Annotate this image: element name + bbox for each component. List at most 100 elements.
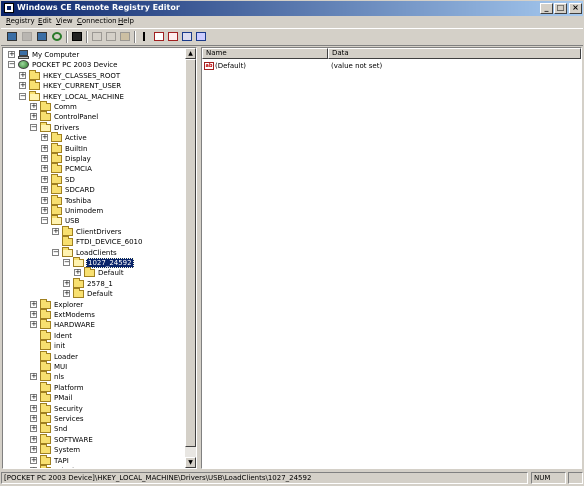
tree-node[interactable]: + Display <box>3 153 186 164</box>
menu-view[interactable]: View <box>56 17 73 25</box>
column-header-name[interactable]: Name <box>202 48 328 59</box>
tree-node[interactable]: + SOFTWARE <box>3 433 186 445</box>
new-string-value-button[interactable] <box>166 30 180 43</box>
menu-registry[interactable]: Registry <box>6 17 35 25</box>
scroll-down-button[interactable]: ▼ <box>185 457 196 468</box>
app-icon[interactable] <box>4 3 14 13</box>
tree-node[interactable]: − 1027_24592 <box>3 257 186 268</box>
expand-icon[interactable]: + <box>30 300 37 308</box>
tree-node[interactable]: +2578_1 <box>3 277 186 289</box>
expand-icon[interactable]: + <box>74 269 81 277</box>
tree-node[interactable]: + Services <box>3 413 186 424</box>
expand-icon[interactable]: + <box>41 196 48 204</box>
expand-icon[interactable]: + <box>30 425 37 433</box>
tree-node[interactable]: + System <box>3 444 186 455</box>
tree-node[interactable]: FTDI_DEVICE_6010 <box>3 236 186 247</box>
expand-icon[interactable]: + <box>30 394 37 402</box>
registry-tree[interactable]: + My Computer − POCKET PC 2003 Device + HKEY_… <box>2 47 197 469</box>
tree-node[interactable]: + Unimodem <box>3 205 186 216</box>
new-dword-value-button[interactable] <box>194 30 208 43</box>
expand-icon[interactable]: + <box>30 446 37 454</box>
expand-icon[interactable]: + <box>30 311 37 318</box>
tree-node[interactable]: + Default <box>3 288 186 299</box>
expand-icon[interactable]: + <box>19 71 26 79</box>
tree-node[interactable]: − USB <box>3 215 186 226</box>
tree-node[interactable]: + Default <box>3 267 186 278</box>
tree-node[interactable]: + HARDWARE <box>3 319 186 330</box>
expand-icon[interactable]: + <box>30 415 37 422</box>
menu-help[interactable]: Help <box>118 17 134 25</box>
column-header-data[interactable]: Data <box>328 48 581 59</box>
expand-icon[interactable]: + <box>41 186 48 194</box>
tree-node[interactable]: + TAPI <box>3 454 186 466</box>
expand-icon[interactable]: + <box>30 456 37 464</box>
expand-icon[interactable]: + <box>41 175 48 183</box>
tree-node[interactable]: + Telephony <box>3 465 186 468</box>
tree-node[interactable]: + SDCARD <box>3 184 186 195</box>
tree-vertical-scrollbar[interactable]: ▲ ▼ <box>185 48 196 468</box>
expand-icon[interactable]: + <box>30 321 37 329</box>
tree-node[interactable]: − HKEY_LOCAL_MACHINE <box>3 90 186 102</box>
tree-node[interactable]: + ExtModems <box>3 309 186 320</box>
tree-node[interactable]: + ClientDrivers <box>3 225 186 237</box>
menu-edit[interactable]: Edit <box>38 17 52 25</box>
save-button[interactable] <box>70 30 84 43</box>
list-item[interactable]: ab (Default) (value not set) <box>202 61 581 71</box>
status-resize-grip[interactable] <box>568 472 583 484</box>
menu-connection[interactable]: Connection <box>77 17 117 25</box>
maximize-button[interactable]: □ <box>554 3 567 14</box>
tree-node[interactable]: + PMail <box>3 392 186 403</box>
expand-icon[interactable]: + <box>19 82 26 90</box>
tree-node[interactable]: Ident <box>3 329 186 341</box>
tree-node[interactable]: + nls <box>3 371 186 382</box>
tree-node[interactable]: − LoadClients <box>3 246 186 258</box>
expand-icon[interactable]: + <box>30 404 37 412</box>
expand-icon[interactable]: + <box>52 227 59 235</box>
expand-icon[interactable]: + <box>63 279 70 287</box>
new-key-button[interactable] <box>152 30 166 43</box>
paste-button[interactable] <box>118 30 132 43</box>
new-binary-value-button[interactable] <box>180 30 194 43</box>
tree-node[interactable]: + Toshiba <box>3 194 186 206</box>
expand-icon[interactable]: + <box>41 207 48 214</box>
title-bar[interactable]: Windows CE Remote Registry Editor _ □ × <box>1 1 583 16</box>
expand-icon[interactable]: + <box>30 435 37 443</box>
tree-node[interactable]: + My Computer <box>3 50 186 60</box>
close-button[interactable]: × <box>569 3 582 14</box>
collapse-icon[interactable]: − <box>19 92 26 100</box>
expand-icon[interactable]: + <box>41 144 48 152</box>
tree-node[interactable]: + Active <box>3 132 186 143</box>
expand-icon[interactable]: + <box>30 103 37 110</box>
tree-node[interactable]: + Comm <box>3 101 186 112</box>
tree-node[interactable]: + ControlPanel <box>3 111 186 122</box>
disconnect-button[interactable] <box>20 30 34 43</box>
collapse-icon[interactable]: − <box>52 248 59 256</box>
minimize-button[interactable]: _ <box>540 3 553 14</box>
tree-node[interactable]: + Explorer <box>3 298 186 310</box>
expand-icon[interactable]: + <box>30 113 37 121</box>
tree-node[interactable]: + BuiltIn <box>3 142 186 154</box>
expand-icon[interactable]: + <box>41 165 48 173</box>
tree-node[interactable]: + PCMCIA <box>3 163 186 174</box>
expand-icon[interactable]: + <box>30 467 37 468</box>
tree-node[interactable]: + Snd <box>3 423 186 434</box>
scroll-up-button[interactable]: ▲ <box>185 48 196 59</box>
tree-node[interactable]: Loader <box>3 350 186 362</box>
tree-node[interactable]: init <box>3 340 186 351</box>
expand-icon[interactable]: + <box>41 134 48 142</box>
collapse-icon[interactable]: − <box>8 61 15 69</box>
refresh-button[interactable] <box>50 30 64 43</box>
copy-button[interactable] <box>104 30 118 43</box>
expand-icon[interactable]: + <box>41 155 48 162</box>
collapse-icon[interactable]: − <box>30 123 37 131</box>
expand-icon[interactable]: + <box>63 290 70 298</box>
scroll-thumb[interactable] <box>185 59 196 447</box>
cut-button[interactable] <box>90 30 104 43</box>
expand-icon[interactable]: + <box>8 51 15 58</box>
collapse-icon[interactable]: − <box>41 217 48 225</box>
collapse-icon[interactable]: − <box>63 259 70 266</box>
values-list[interactable]: Name Data ab (Default) (value not set) <box>201 47 582 469</box>
tree-node[interactable]: + SD <box>3 173 186 185</box>
tree-node[interactable]: Platform <box>3 381 186 393</box>
tree-node[interactable]: − Drivers <box>3 121 186 133</box>
